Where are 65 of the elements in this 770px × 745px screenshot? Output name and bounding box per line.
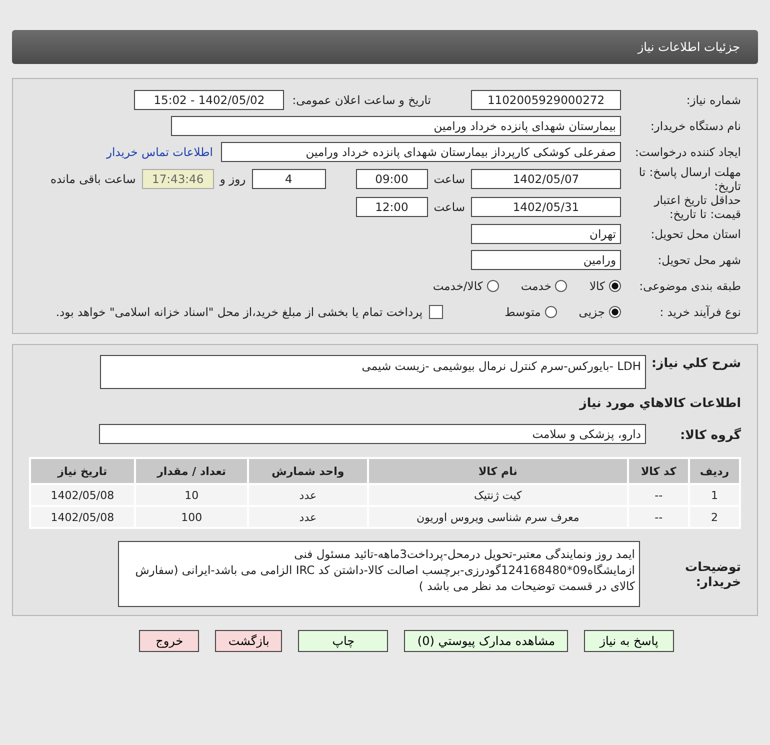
purchase-type-radio[interactable]: جزیی (578, 305, 621, 319)
validity-time-field: 12:00 (356, 197, 428, 217)
deadline-date-field: 1402/05/07 (471, 169, 621, 189)
column-header: تعداد / مقدار (136, 459, 248, 483)
table-cell: عدد (249, 485, 366, 505)
category-radio[interactable]: کالا (589, 279, 621, 293)
validity-date-field: 1402/05/31 (471, 197, 621, 217)
action-button[interactable]: چاپ (298, 630, 388, 652)
goods-group-field: دارو، پزشکی و سلامت (99, 424, 646, 444)
table-cell: 10 (136, 485, 248, 505)
table-cell: کیت ژنتیک (368, 485, 628, 505)
field-label: روز و (220, 172, 246, 186)
table-cell: 2 (690, 507, 739, 527)
need-number-field: 1102005929000272 (471, 90, 621, 110)
action-button[interactable]: خروج (139, 630, 200, 652)
field-label: نوع فرآیند خرید : (658, 305, 741, 319)
treasury-note: پرداخت تمام یا بخشی از مبلغ خرید،از محل "اسناد خزانه اسلامی" خواهد بود. (56, 305, 423, 319)
buyer-org-field: بیمارستان شهدای پانزده خرداد ورامین (171, 116, 621, 136)
column-header: ردیف (690, 459, 739, 483)
table-cell: معرف سرم شناسی ویروس اوریون (368, 507, 628, 527)
days-field: 4 (252, 169, 326, 189)
field-label: مهلت ارسال پاسخ: تا تاریخ: (638, 165, 741, 193)
field-label: گروه کالا: (679, 426, 741, 442)
deadline-time-field: 09:00 (356, 169, 428, 189)
action-button[interactable]: مشاهده مدارک پیوستي (0) (404, 630, 568, 652)
category-radio[interactable]: خدمت (520, 279, 568, 293)
field-label: شهر محل تحویل: (656, 253, 741, 267)
field-label: ایجاد کننده درخواست: (634, 145, 741, 159)
page-title: جزئیات اطلاعات نیاز (638, 40, 740, 54)
field-label: شماره نیاز: (685, 93, 741, 107)
field-label: ساعت (434, 200, 465, 214)
action-button[interactable]: بازگشت (215, 630, 282, 652)
field-label: شرح كلي نياز: (650, 355, 741, 370)
province-field: تهران (471, 224, 621, 244)
purchase-type-radio[interactable]: متوسط (504, 305, 557, 319)
field-label: استان محل تحویل: (650, 227, 741, 241)
remaining-time-field: 17:43:46 (142, 169, 214, 189)
field-label: توضیحات خریدار: (684, 559, 741, 589)
table-cell: -- (629, 485, 688, 505)
field-label: تاریخ و ساعت اعلان عمومی: (292, 93, 431, 107)
treasury-checkbox[interactable] (428, 305, 443, 319)
table-cell: 1 (690, 485, 739, 505)
column-header: تاریخ نیاز (31, 459, 134, 483)
table-cell: 1402/05/08 (31, 507, 134, 527)
column-header: نام کالا (368, 459, 628, 483)
action-button[interactable]: پاسخ به نیاز (584, 630, 674, 652)
field-label: ساعت (434, 172, 465, 186)
column-header: کد کالا (629, 459, 688, 483)
table-cell: -- (629, 507, 688, 527)
buyer-notes-field: ایمد روز ونمایندگی معتبر-تحویل درمحل-پرداخت3ماهه-تائید مسئول فنی ازمایشگاه09*124168480گودرزی-برچسب اصالت کالا-داشتن کد IRC الزامی می باشد-ایرانی (سفارش کالای در قسمت توضیحات مد نظر می باشد ) (118, 541, 640, 607)
requester-field: صفرعلی کوشکی کارپرداز بیمارستان شهدای پانزده خرداد ورامین (221, 142, 621, 162)
field-label: طبقه بندی موضوعی: (638, 279, 741, 293)
city-field: ورامین (471, 250, 621, 270)
column-header: واحد شمارش (249, 459, 366, 483)
table-cell: 1402/05/08 (31, 485, 134, 505)
section-title: اطلاعات كالاهاي مورد نياز (580, 394, 741, 410)
summary-field: LDH -بایورکس-سرم کنترل نرمال بیوشیمی -زیست شیمی (100, 355, 646, 389)
table-cell: 100 (136, 507, 248, 527)
announce-date-field: 1402/05/02 - 15:02 (134, 90, 284, 110)
field-label: نام دستگاه خریدار: (649, 119, 741, 133)
field-label: ساعت باقی مانده (50, 172, 136, 186)
table-cell: عدد (249, 507, 366, 527)
category-radio[interactable]: کالا/خدمت (432, 279, 499, 293)
field-label: حداقل تاریخ اعتبار قیمت: تا تاریخ: (652, 193, 741, 221)
buyer-contact-link[interactable]: اطلاعات تماس خریدار (106, 145, 213, 159)
